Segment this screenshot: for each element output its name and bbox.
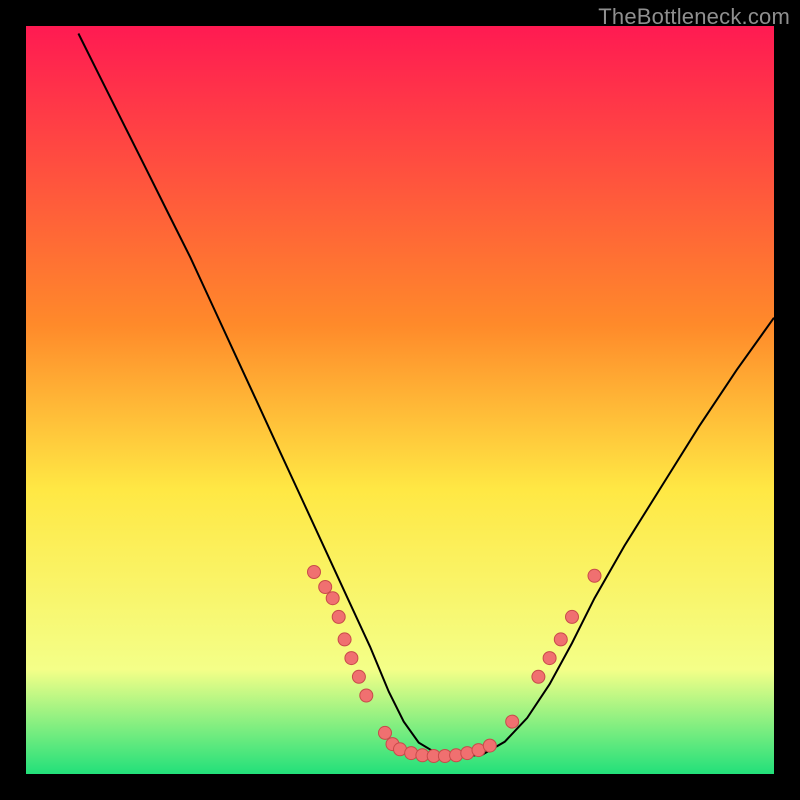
curve-marker <box>506 715 519 728</box>
curve-marker <box>332 610 345 623</box>
gradient-bg <box>26 26 774 774</box>
curve-marker <box>532 670 545 683</box>
watermark-text: TheBottleneck.com <box>598 4 790 30</box>
curve-marker <box>338 633 351 646</box>
curve-marker <box>566 610 579 623</box>
curve-marker <box>308 566 321 579</box>
chart-canvas <box>26 26 774 774</box>
curve-marker <box>543 652 556 665</box>
curve-marker <box>379 726 392 739</box>
curve-marker <box>319 581 332 594</box>
curve-marker <box>405 747 418 760</box>
curve-marker <box>483 739 496 752</box>
curve-marker <box>450 749 463 762</box>
curve-marker <box>588 569 601 582</box>
curve-marker <box>554 633 567 646</box>
curve-marker <box>352 670 365 683</box>
curve-marker <box>345 652 358 665</box>
curve-marker <box>326 592 339 605</box>
curve-marker <box>360 689 373 702</box>
chart-frame <box>26 26 774 774</box>
